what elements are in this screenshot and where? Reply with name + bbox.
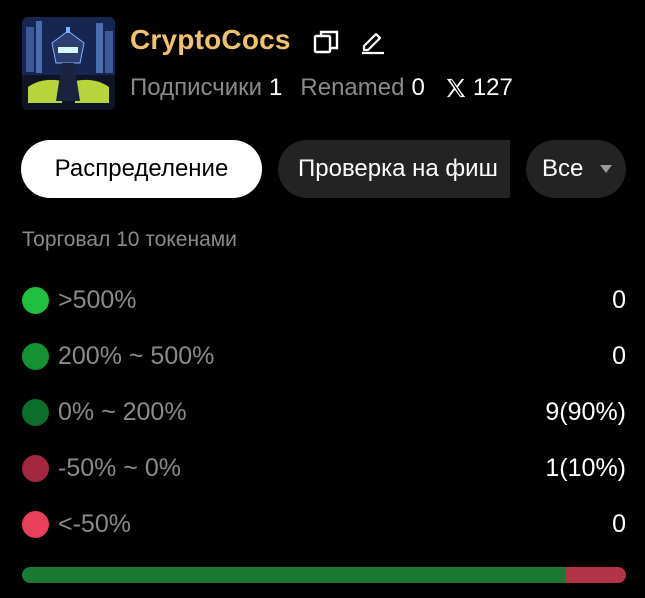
distribution-bar-segment bbox=[22, 567, 566, 583]
distribution-row: 200% ~ 500% 0 bbox=[22, 328, 626, 384]
distribution-list: >500% 0 200% ~ 500% 0 0% ~ 200% 9(90%) -… bbox=[22, 272, 626, 552]
status-dot bbox=[22, 342, 49, 370]
distribution-row: -50% ~ 0% 1(10%) bbox=[22, 440, 626, 496]
x-followers-count: 127 bbox=[472, 74, 513, 101]
filter-selected: Все bbox=[542, 155, 584, 182]
range-count: 9(90%) bbox=[545, 397, 626, 426]
caret-down-icon bbox=[600, 165, 613, 173]
range-count: 0 bbox=[612, 341, 626, 370]
tab-bar: Распределение Проверка на фиш Все bbox=[21, 140, 626, 198]
range-label: -50% ~ 0% bbox=[58, 453, 181, 482]
range-label: <-50% bbox=[58, 509, 131, 538]
avatar bbox=[22, 17, 115, 110]
x-logo-icon[interactable] bbox=[445, 77, 467, 99]
range-label: 200% ~ 500% bbox=[58, 341, 215, 370]
followers-count: 1 bbox=[269, 74, 283, 101]
distribution-row: >500% 0 bbox=[22, 272, 626, 328]
distribution-row: 0% ~ 200% 9(90%) bbox=[22, 384, 626, 440]
profile-name: CryptoCocs bbox=[130, 24, 291, 55]
filter-dropdown[interactable]: Все bbox=[526, 140, 626, 198]
status-dot bbox=[22, 398, 49, 426]
range-count: 0 bbox=[612, 285, 626, 314]
status-dot bbox=[22, 454, 49, 482]
profile-stats: Подписчики 1 Renamed 0 127 bbox=[130, 72, 513, 104]
avatar-image bbox=[22, 17, 115, 110]
followers-label: Подписчики bbox=[130, 74, 263, 101]
traded-tokens-summary: Торговал 10 токенами bbox=[22, 228, 237, 251]
distribution-row: <-50% 0 bbox=[22, 496, 626, 552]
distribution-bar-segment bbox=[565, 567, 626, 583]
copy-icon[interactable] bbox=[312, 28, 340, 56]
edit-icon[interactable] bbox=[359, 27, 387, 55]
status-dot bbox=[22, 286, 49, 314]
range-count: 0 bbox=[612, 509, 626, 538]
tab-distribution[interactable]: Распределение bbox=[21, 140, 262, 198]
tab-phishing-check[interactable]: Проверка на фиш bbox=[278, 140, 510, 198]
renamed-count: 0 bbox=[411, 74, 425, 101]
status-dot bbox=[22, 510, 49, 538]
range-count: 1(10%) bbox=[545, 453, 626, 482]
distribution-bar bbox=[22, 567, 626, 583]
range-label: >500% bbox=[58, 285, 137, 314]
range-label: 0% ~ 200% bbox=[58, 397, 187, 426]
renamed-label: Renamed bbox=[300, 74, 405, 101]
